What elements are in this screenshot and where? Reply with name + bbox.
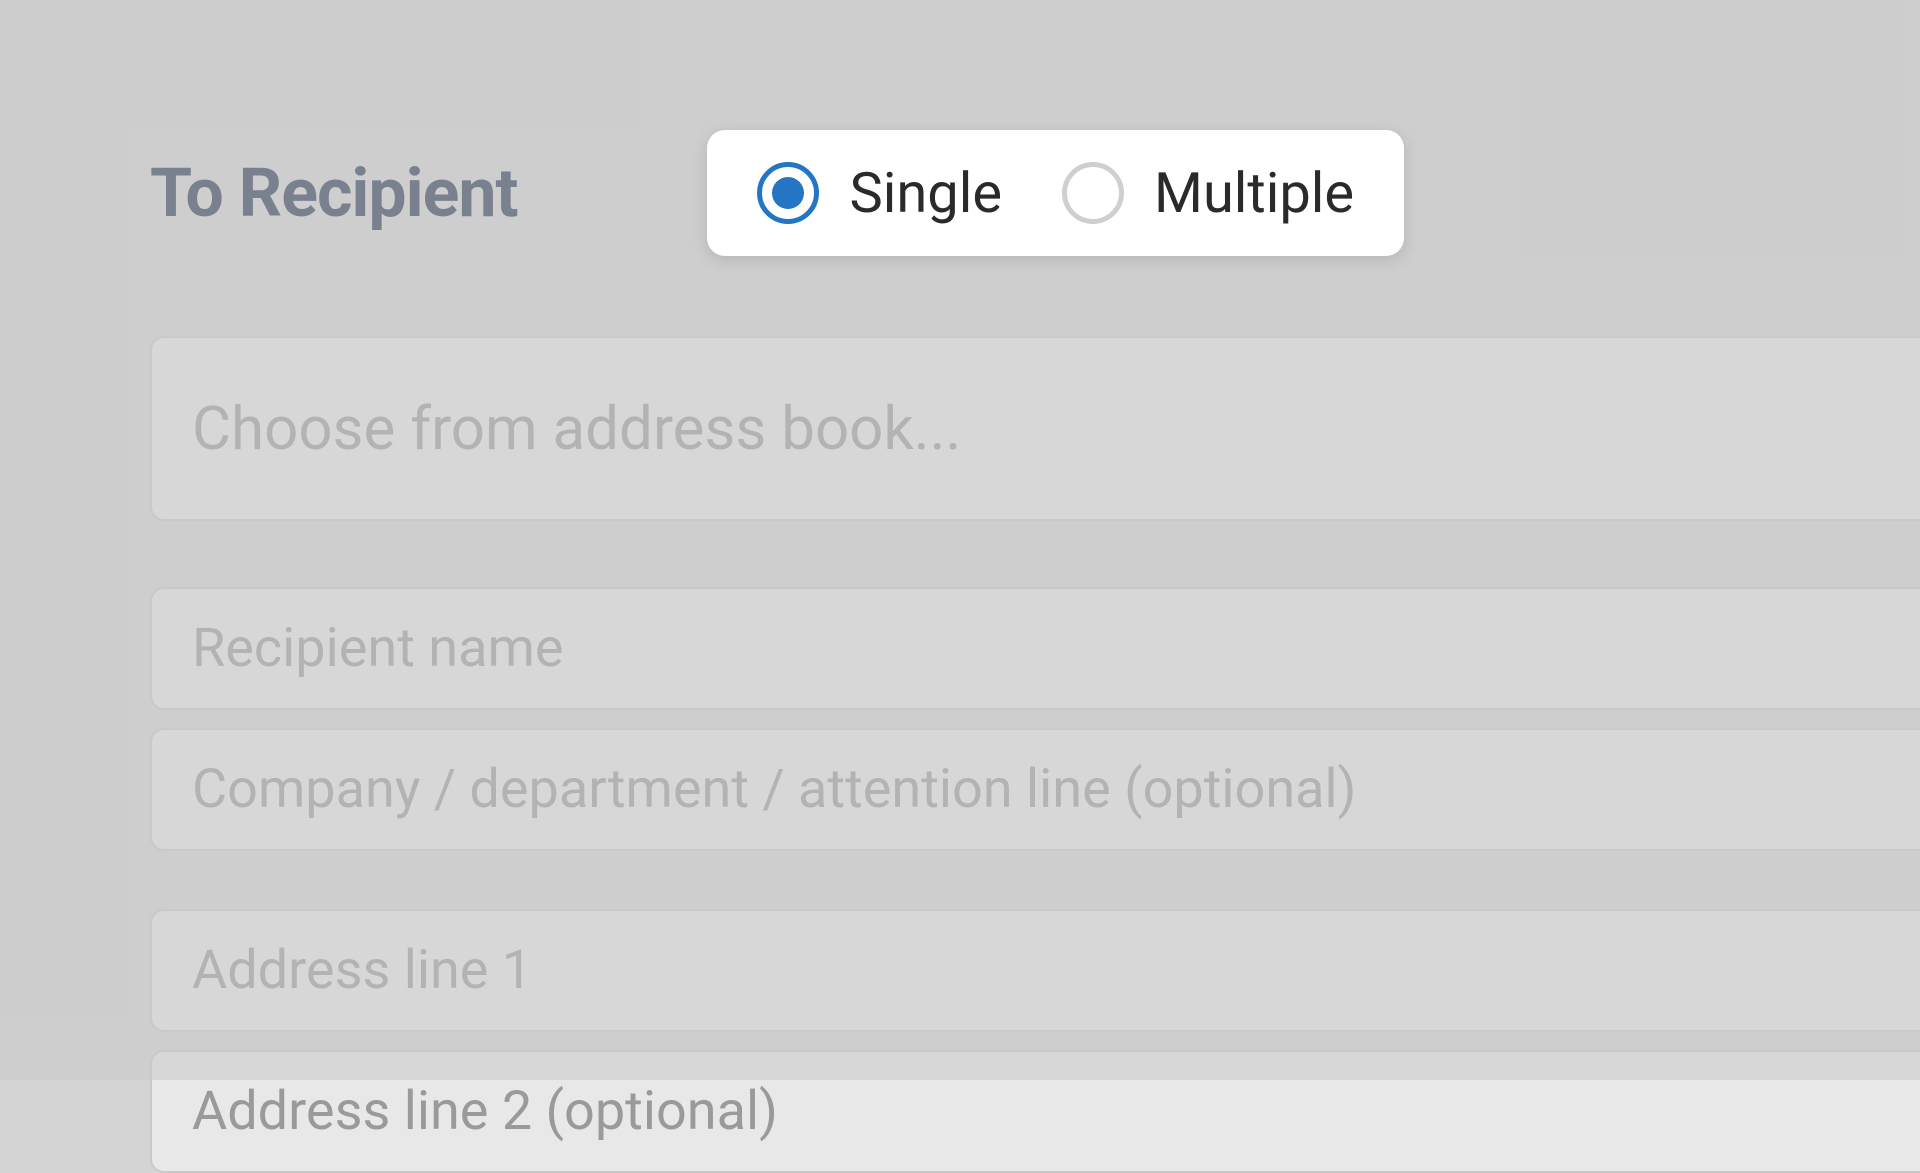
address-line-2-input[interactable]: [150, 1050, 1920, 1173]
radio-selected-icon: [757, 162, 819, 224]
company-input[interactable]: [150, 728, 1920, 851]
recipient-mode-multiple-radio[interactable]: Multiple: [1062, 160, 1354, 226]
recipient-name-input[interactable]: [150, 587, 1920, 710]
recipient-mode-single-radio[interactable]: Single: [757, 160, 1002, 226]
recipient-mode-radio-group: Single Multiple: [707, 130, 1404, 256]
radio-label-multiple: Multiple: [1154, 160, 1354, 226]
section-title: To Recipient: [150, 153, 517, 233]
radio-label-single: Single: [849, 160, 1002, 226]
address-book-input[interactable]: [150, 336, 1920, 521]
radio-unselected-icon: [1062, 162, 1124, 224]
address-line-1-input[interactable]: [150, 909, 1920, 1032]
